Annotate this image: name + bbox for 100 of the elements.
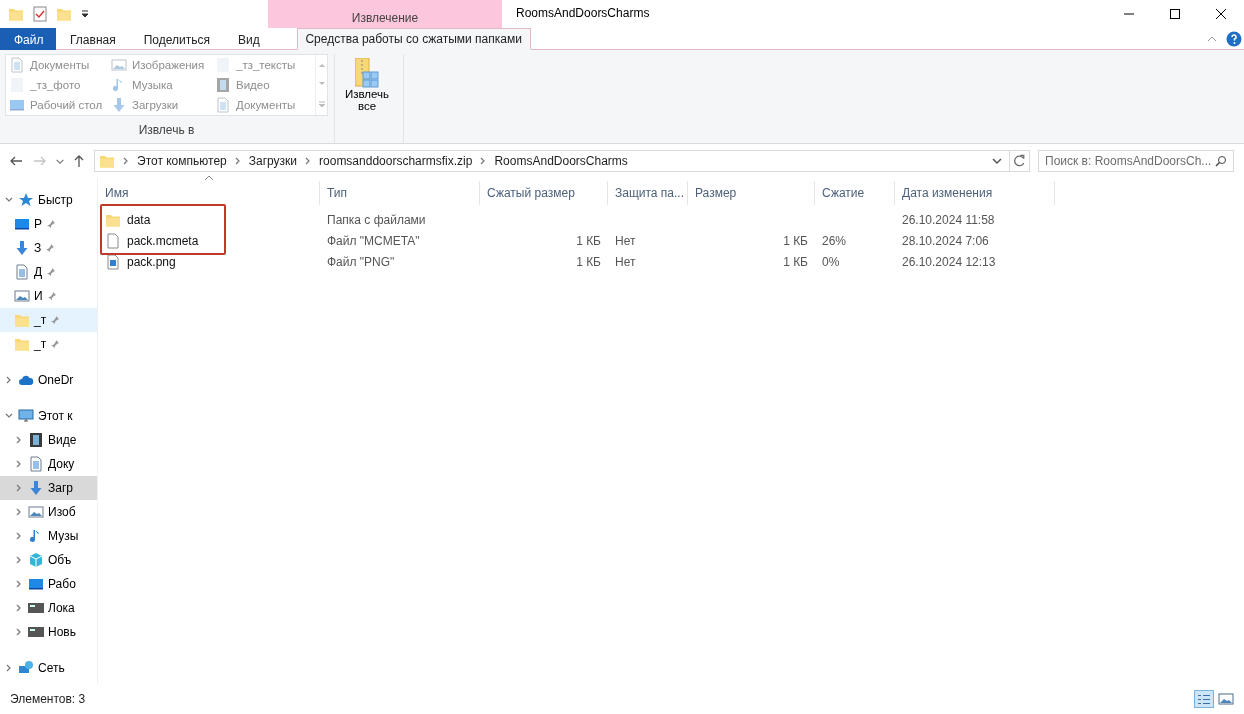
- file-icon: [105, 232, 121, 249]
- recent-locations-button[interactable]: [56, 158, 64, 164]
- window-title: RoomsAndDoorsCharms: [515, 5, 651, 22]
- column-header[interactable]: Дата изменения: [895, 181, 1055, 205]
- computer-icon: [18, 408, 34, 424]
- nav-label: Новь: [48, 625, 76, 639]
- nav-label: _т: [34, 337, 47, 351]
- dropdown-icon[interactable]: [991, 155, 1003, 167]
- nav-item[interactable]: Изоб: [0, 500, 97, 524]
- chevron-down-icon: [56, 158, 64, 164]
- breadcrumb-item[interactable]: Этот компьютер: [137, 154, 227, 168]
- table-cell: 26.10.2024 12:13: [902, 254, 996, 269]
- nav-item[interactable]: З: [0, 236, 97, 260]
- breadcrumb-item[interactable]: RoomsAndDoorsCharms: [494, 154, 628, 168]
- up-button[interactable]: [72, 153, 86, 169]
- nav-item[interactable]: _т: [0, 332, 97, 356]
- table-cell: 1 КБ: [783, 233, 808, 248]
- folder-icon: [14, 312, 30, 328]
- image-icon: [111, 57, 127, 73]
- video-icon: [28, 432, 44, 448]
- table-cell: Файл "MCMETA": [327, 233, 420, 248]
- maximize-icon: [1169, 8, 1181, 20]
- nav-item[interactable]: Этот к: [0, 404, 97, 428]
- nav-item[interactable]: _т: [0, 308, 97, 332]
- folder-icon: [99, 153, 115, 169]
- address-bar[interactable]: Этот компьютер Загрузки roomsanddoorscharmsfix.zip RoomsAndDoorsCharms: [94, 150, 1030, 172]
- nav-item[interactable]: Новь: [0, 620, 97, 644]
- properties-icon[interactable]: [32, 6, 48, 22]
- extract-all-button[interactable]: Извлечь все: [339, 54, 395, 122]
- list-view-icon: [1198, 694, 1210, 704]
- file-name[interactable]: pack.mcmeta: [127, 233, 199, 248]
- column-header[interactable]: Защита па...: [608, 181, 688, 205]
- nav-item[interactable]: Доку: [0, 452, 97, 476]
- up-arrow-icon: [72, 153, 86, 169]
- ribbon-tab[interactable]: Вид: [223, 28, 274, 50]
- nav-item[interactable]: Загр: [0, 476, 97, 500]
- column-header[interactable]: Размер: [688, 181, 815, 205]
- ribbon-tab[interactable]: Главная: [56, 28, 130, 50]
- caret-icon[interactable]: [80, 9, 90, 19]
- file-menu-button[interactable]: Файл: [0, 28, 56, 50]
- nav-item[interactable]: OneDr: [0, 368, 97, 392]
- file-name[interactable]: pack.png: [127, 254, 176, 269]
- nav-label: Загр: [48, 481, 73, 495]
- table-cell: Нет: [615, 233, 636, 248]
- desktop-icon: [14, 216, 30, 232]
- nav-label: Рабо: [48, 577, 76, 591]
- table-cell: Файл "PNG": [327, 254, 395, 269]
- nav-item[interactable]: Виде: [0, 428, 97, 452]
- thumbnails-view-button[interactable]: [1216, 690, 1236, 708]
- nav-label: _т: [34, 313, 47, 327]
- group-label: Извлечь в: [138, 123, 195, 139]
- column-header[interactable]: Тип: [320, 181, 480, 205]
- nav-item[interactable]: И: [0, 284, 97, 308]
- nav-label: Лока: [48, 601, 75, 615]
- nav-item[interactable]: Сеть: [0, 656, 97, 680]
- nav-label: Изоб: [48, 505, 76, 519]
- nav-label: Быстр: [38, 193, 73, 207]
- ribbon-tab[interactable]: Средства работы со сжатыми папками: [296, 28, 531, 50]
- zip-folder-icon: [355, 58, 379, 88]
- drive-icon: [28, 600, 44, 616]
- item-count: Элементов: 3: [10, 692, 86, 706]
- document-icon: [9, 57, 25, 73]
- breadcrumb-item[interactable]: roomsanddoorscharmsfix.zip: [319, 154, 473, 168]
- nav-item[interactable]: Лока: [0, 596, 97, 620]
- table-cell: Нет: [615, 254, 636, 269]
- nav-item[interactable]: Быстр: [0, 188, 97, 212]
- table-cell: Папка с файлами: [327, 212, 426, 227]
- file-name[interactable]: data: [127, 212, 151, 227]
- ribbon-tab[interactable]: Поделиться: [129, 28, 224, 50]
- new-folder-icon: [56, 6, 72, 22]
- desktop-icon: [28, 576, 44, 592]
- search-field[interactable]: Поиск в: RoomsAndDoorsCh...: [1038, 150, 1234, 172]
- search-icon: [1215, 155, 1227, 167]
- nav-item[interactable]: Д: [0, 260, 97, 284]
- nav-label: OneDr: [38, 373, 74, 387]
- nav-item[interactable]: Рабо: [0, 572, 97, 596]
- column-header[interactable]: Имя: [98, 181, 320, 205]
- network-icon: [18, 660, 34, 676]
- details-view-button[interactable]: [1194, 690, 1214, 708]
- nav-label: Д: [34, 265, 43, 279]
- table-cell: 28.10.2024 7:06: [902, 233, 989, 248]
- table-cell: 26%: [822, 233, 847, 248]
- image-icon: [28, 504, 44, 520]
- star-icon: [18, 192, 34, 208]
- nav-label: Этот к: [38, 409, 73, 423]
- folder-icon: [14, 336, 30, 352]
- drive-icon: [28, 624, 44, 640]
- nav-item[interactable]: Объ: [0, 548, 97, 572]
- close-icon: [1215, 8, 1227, 20]
- nav-item[interactable]: Р: [0, 212, 97, 236]
- nav-label: Доку: [48, 457, 75, 471]
- table-cell: 0%: [822, 254, 840, 269]
- nav-item[interactable]: Музы: [0, 524, 97, 548]
- column-header[interactable]: Сжатый размер: [480, 181, 608, 205]
- document-icon: [14, 264, 30, 280]
- column-header[interactable]: Сжатие: [815, 181, 895, 205]
- image-icon: [1218, 693, 1234, 705]
- nav-label: И: [34, 289, 43, 303]
- sort-ascending-icon: [204, 175, 214, 181]
- breadcrumb-item[interactable]: Загрузки: [248, 154, 298, 168]
